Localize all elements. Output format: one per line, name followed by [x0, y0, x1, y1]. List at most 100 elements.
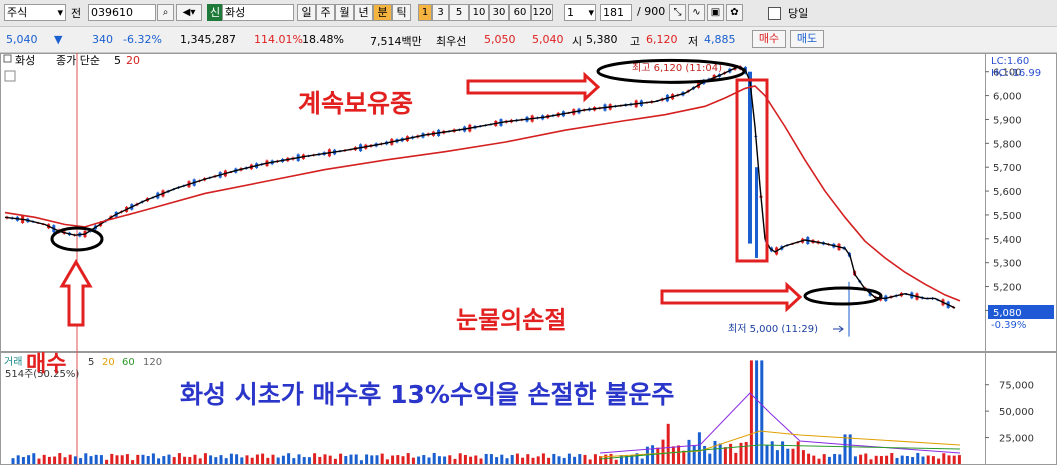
volume-bar [557, 456, 561, 464]
volume-bar [136, 454, 140, 464]
volume-bar [375, 455, 379, 464]
minute-button[interactable]: 3 [432, 4, 449, 21]
grid-icon [4, 70, 16, 82]
volume-bar [781, 441, 785, 464]
volume-bar [37, 458, 41, 464]
period-button[interactable]: 분 [373, 4, 392, 21]
volume-bar [666, 423, 670, 464]
high: 6,120 [646, 33, 678, 46]
minute-button[interactable]: 60 [509, 4, 531, 21]
minute-button[interactable]: 30 [489, 4, 509, 21]
volume-bar [448, 455, 452, 464]
volume-bar [453, 458, 457, 464]
code-input[interactable]: 039610 [88, 4, 156, 21]
group-badge: 신 [207, 4, 224, 21]
volume-bar [380, 453, 384, 464]
minute-button[interactable]: 120 [531, 4, 553, 21]
volume-bar [32, 453, 36, 464]
volume-bar [21, 457, 25, 464]
headline: 화성 시초가 매수후 13%수익을 손절한 불운주 [180, 380, 675, 409]
volume-bar [916, 452, 920, 464]
volume-bar [495, 457, 499, 464]
count-value: 181 [603, 6, 624, 19]
price-tick-label: 5,600 [993, 187, 1022, 198]
volume-bar [84, 453, 88, 464]
volume-bar [115, 455, 119, 464]
price: 5,040 [6, 33, 38, 46]
volume-bar [219, 455, 223, 464]
volume-bar [255, 454, 259, 464]
volume-bar [339, 453, 343, 464]
minute-button[interactable]: 10 [469, 4, 489, 21]
search-icon[interactable]: ⌕ [157, 4, 174, 21]
volume-bar [848, 434, 852, 464]
legend-ma20: 20 [126, 54, 140, 67]
gear-icon[interactable]: ✿ [726, 4, 743, 21]
minute-button[interactable]: 1 [418, 4, 432, 21]
volume-bar [261, 453, 265, 464]
volume-bar [905, 455, 909, 464]
today-checkbox[interactable] [768, 7, 781, 20]
chart-tool-icon[interactable]: ∿ [688, 4, 705, 21]
volume-bar [63, 457, 67, 464]
minute-button[interactable]: 5 [449, 4, 469, 21]
volume-bar [391, 455, 395, 464]
price-tick-label: 5,500 [993, 211, 1022, 222]
interval-select[interactable]: 1 ▾ [564, 4, 596, 21]
period-button[interactable]: 주 [316, 4, 335, 21]
stock-name-field[interactable]: 화성 [222, 4, 294, 21]
period-label: 전 [71, 7, 82, 20]
period-button[interactable]: 틱 [392, 4, 411, 21]
volume-bar [235, 454, 239, 464]
volume-bar [53, 456, 57, 464]
volume-bar [105, 459, 109, 464]
volume-bar [588, 459, 592, 464]
open-label: 시 [572, 35, 583, 48]
volume-bar [937, 458, 941, 464]
volume-bar [739, 442, 743, 464]
volume-bar [708, 453, 712, 464]
volume-bar [515, 453, 519, 464]
price-tick-label: 6,000 [993, 92, 1022, 103]
volume-bar [833, 453, 837, 464]
volume-bar [297, 454, 301, 464]
count-total: / 900 [637, 5, 666, 18]
change-pct: -6.32% [123, 33, 162, 46]
volume-bar [89, 456, 93, 464]
count-input[interactable]: 181 [600, 4, 632, 21]
volume-bar [697, 432, 701, 464]
low-marker: 최저 5,000 (11:29) [728, 323, 818, 335]
volume-bar [827, 456, 831, 464]
sell-button[interactable]: 매도 [790, 30, 824, 48]
volume-bar [479, 458, 483, 464]
amount: 7,514백만 [370, 35, 422, 48]
hc-label: HC:-16.99 [991, 68, 1041, 79]
save-icon[interactable]: ▣ [707, 4, 724, 21]
period-button[interactable]: 일 [297, 4, 316, 21]
volume-bar [198, 458, 202, 464]
volume-bar [926, 455, 930, 464]
volume-bar [931, 456, 935, 464]
volume-bar [385, 459, 389, 464]
turnover: 18.48% [302, 33, 344, 46]
legend-stock: 화성 [15, 54, 35, 67]
volume-bar [869, 459, 873, 464]
volume-bar [193, 454, 197, 464]
volume-bar [131, 460, 135, 464]
volume-bar [536, 456, 540, 464]
change: 340 [92, 33, 113, 46]
period-button[interactable]: 년 [354, 4, 373, 21]
volume-bar [250, 457, 254, 464]
volume-bar [437, 456, 441, 464]
period-button[interactable]: 월 [335, 4, 354, 21]
volume-bar [157, 458, 161, 464]
lc-label: LC:1.60 [991, 56, 1029, 67]
quote-bar: 5,040 ▼ 340 -6.32% 1,345,287 114.01% 18.… [0, 27, 1057, 53]
volume-bar [775, 450, 779, 464]
market-select[interactable]: 주식 ▾ [4, 4, 66, 21]
speaker-icon[interactable]: ◀▾ [176, 4, 202, 21]
volume-bar [713, 440, 717, 464]
buy-button[interactable]: 매수 [752, 30, 786, 48]
volume-bar [188, 457, 192, 464]
line-tool-icon[interactable]: ⤡ [669, 4, 686, 21]
